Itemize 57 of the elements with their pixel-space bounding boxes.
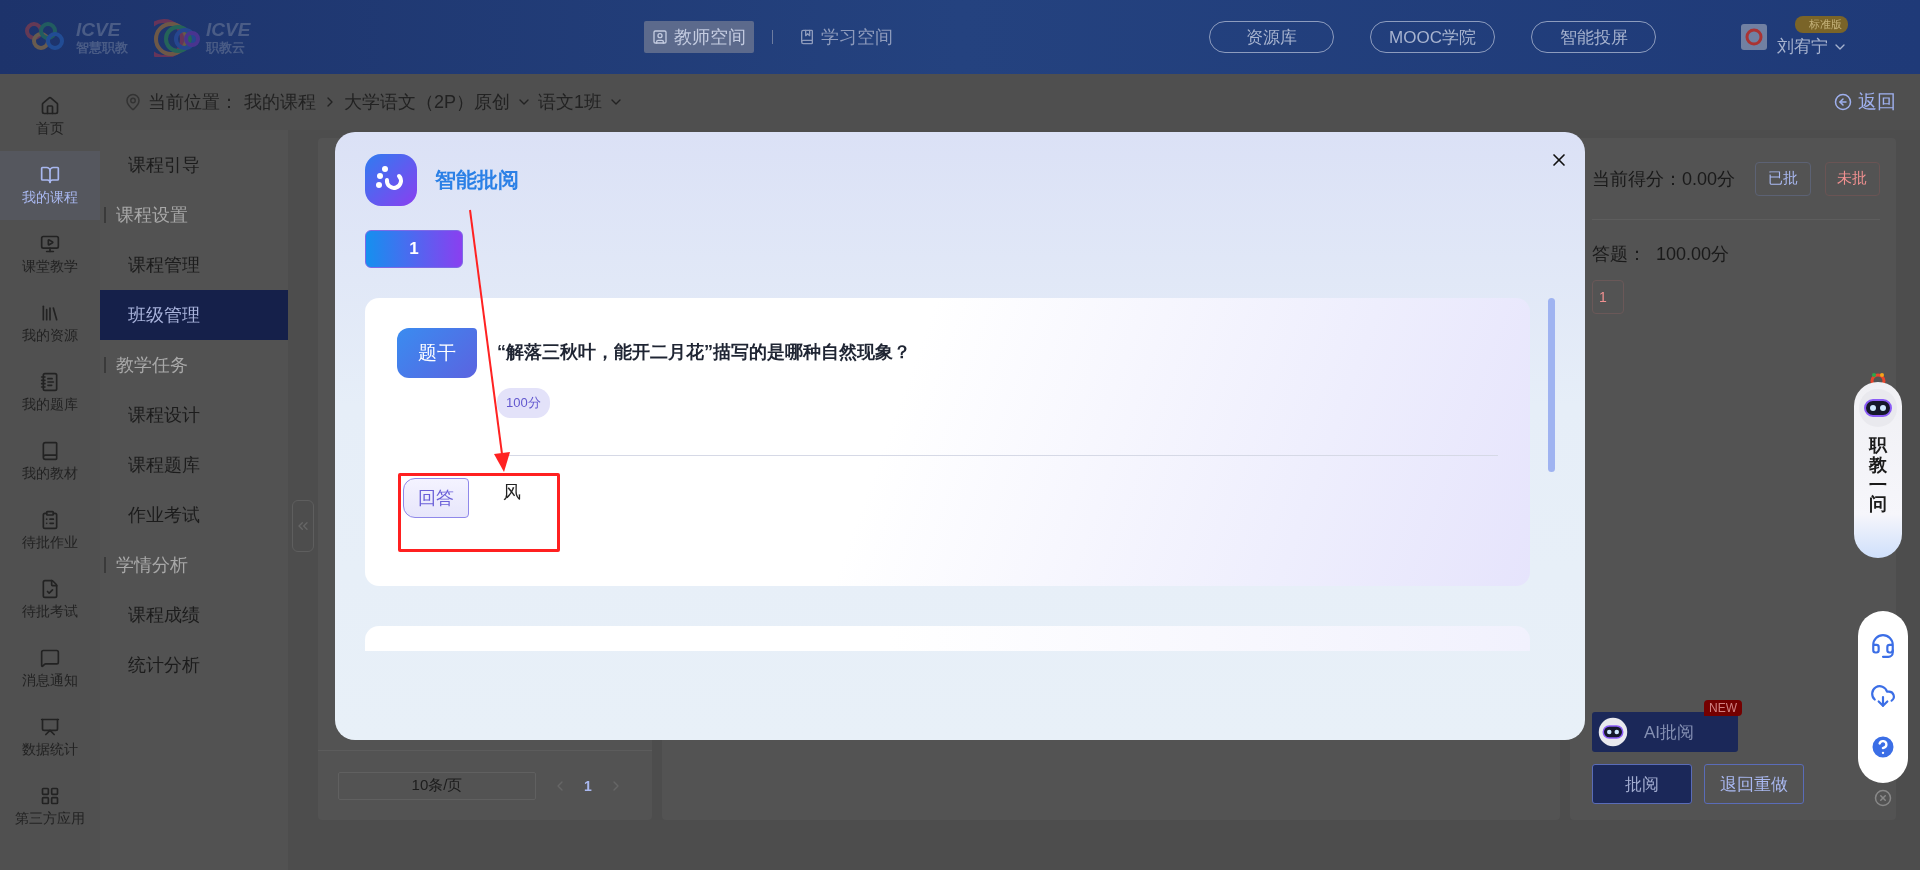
question-text: “解落三秋叶，能开二月花”描写的是哪种自然现象？ [497, 341, 911, 364]
filter-button[interactable]: 未批 [1824, 161, 1880, 196]
file-check-icon [40, 578, 60, 599]
question-tab[interactable]: 1 [365, 230, 463, 268]
answer-text: 风 [503, 481, 521, 504]
help-icon [1869, 733, 1897, 761]
scrollbar[interactable] [1548, 298, 1555, 472]
back-link[interactable]: 返回 [1834, 89, 1896, 115]
clipboard-icon [40, 509, 60, 530]
space-tab[interactable]: 学习空间 [791, 21, 902, 53]
score-text: 当前得分：0.00分 [1592, 167, 1736, 191]
sidebar-group-label: 课程设置 [100, 190, 288, 240]
section-score: 答题： 100.00分 [1592, 243, 1731, 266]
download-button[interactable] [1870, 683, 1896, 709]
stem-tag: 题干 [397, 328, 477, 378]
action-button[interactable]: 批阅 [1592, 764, 1692, 804]
message-icon [40, 647, 60, 668]
user-name[interactable]: 刘宥宁 [1777, 35, 1848, 58]
logo-icon [154, 17, 200, 57]
close-icon [1874, 789, 1892, 807]
edition-badge: 标准版 [1795, 16, 1848, 33]
dialog-title: 智能批阅 [435, 167, 519, 193]
assistant-widget[interactable]: 职教一问 [1854, 382, 1902, 558]
headset-icon [1870, 633, 1896, 659]
video-icon [40, 233, 60, 254]
user-square-icon [652, 29, 669, 45]
points-chip: 100分 [497, 388, 550, 418]
action-button[interactable]: 退回重做 [1704, 764, 1804, 804]
help-button[interactable] [1869, 733, 1897, 761]
avatar-icon [1741, 24, 1767, 50]
home-icon [40, 95, 60, 116]
question-number-button[interactable]: 1 [1592, 280, 1624, 314]
ai-grade-button[interactable]: AI批阅 [1592, 712, 1738, 752]
robot-icon [1858, 388, 1898, 428]
page-number[interactable]: 1 [584, 777, 592, 794]
back-icon[interactable] [1834, 93, 1852, 111]
nav-item[interactable]: 我的课程 [0, 151, 100, 220]
app-logo-icon [365, 154, 417, 206]
download-icon [1870, 683, 1896, 709]
book-icon [40, 440, 60, 461]
filter-button[interactable]: 已批 [1755, 161, 1811, 196]
robot-icon [1598, 717, 1628, 747]
presentation-icon [40, 716, 60, 737]
grid-icon [40, 785, 60, 806]
collapse-handle[interactable] [292, 500, 314, 552]
sidebar-group-label: 教学任务 [100, 340, 288, 390]
sidebar-item[interactable]: 班级管理 [100, 290, 288, 340]
open-book-icon [40, 164, 60, 185]
bookmark-icon [799, 29, 816, 45]
new-badge: NEW [1704, 700, 1742, 716]
answer-tag: 回答 [403, 478, 469, 518]
sidebar-group-label: 学情分析 [100, 540, 288, 590]
notebook-icon [40, 371, 60, 392]
support-button[interactable] [1870, 633, 1896, 659]
close-dock-button[interactable] [1874, 789, 1892, 807]
space-tab[interactable]: 教师空间 [644, 21, 755, 53]
location-icon [124, 93, 142, 111]
